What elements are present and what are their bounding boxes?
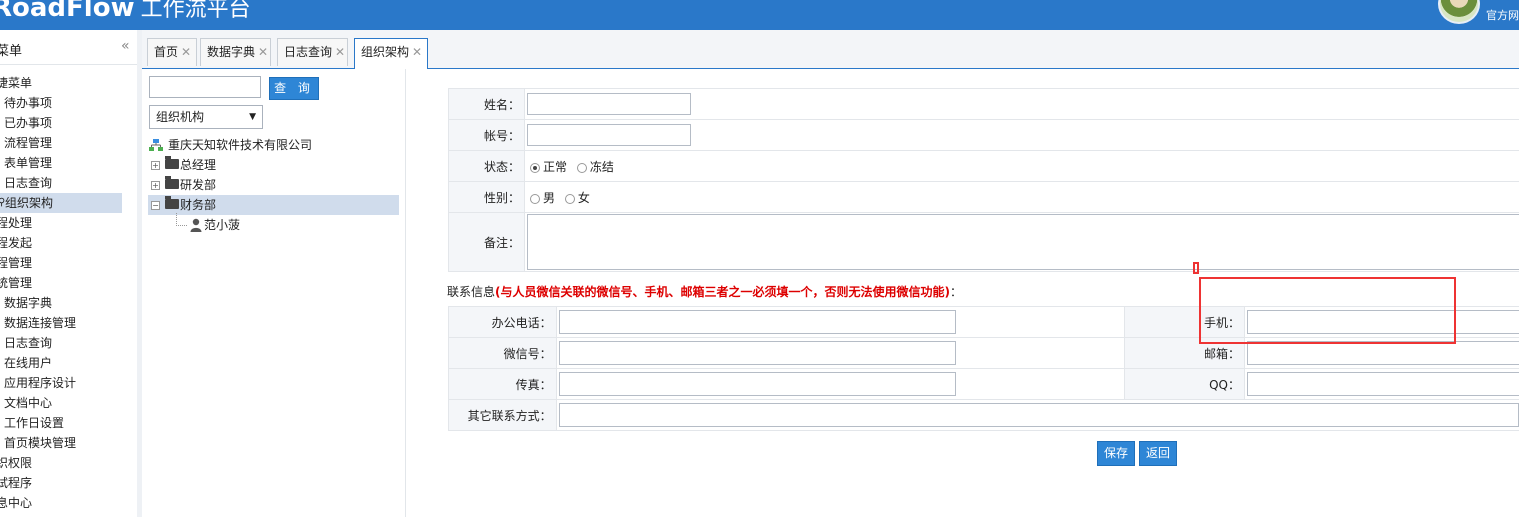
- annotation-mark: [1193, 262, 1199, 274]
- org-structure-icon: [149, 139, 163, 151]
- remark-label: 备注：: [448, 212, 525, 272]
- email-input[interactable]: [1247, 341, 1519, 365]
- tab-dict[interactable]: 数据字典 ✕: [200, 38, 271, 66]
- menu-item-flow-manage[interactable]: 流程管理: [0, 133, 137, 153]
- menu-item-process-manage[interactable]: 程管理: [0, 253, 137, 273]
- gender-male-radio[interactable]: [530, 193, 540, 204]
- official-site-link[interactable]: 官方网: [1486, 7, 1519, 23]
- office-phone-input[interactable]: [558, 310, 956, 334]
- qq-label: QQ：: [1123, 368, 1246, 400]
- office-phone-label: 办公电话：: [448, 306, 557, 338]
- menu-item-workday[interactable]: 工作日设置: [0, 413, 137, 433]
- org-tree-panel: 查 询 组织机构 ▼ 重庆天知软件技术有限公司 + 总经理 + 研发部 − 财务部: [142, 69, 406, 517]
- user-avatar[interactable]: [1438, 0, 1480, 24]
- account-label: 帐号：: [448, 119, 525, 151]
- contact-warning: (与人员微信关联的微信号、手机、邮箱三者之一必须填一个，否则无法使用微信功能): [495, 285, 950, 299]
- folder-open-icon: [165, 196, 179, 209]
- remark-textarea[interactable]: [527, 214, 1519, 270]
- status-normal-label: 正常: [543, 159, 568, 174]
- status-label: 状态：: [448, 150, 525, 182]
- tree-node-selected[interactable]: − 财务部: [148, 195, 399, 215]
- annotation-highlight-box: [1199, 277, 1456, 344]
- sidebar-header: 菜单 «: [0, 30, 137, 65]
- close-icon[interactable]: ✕: [412, 45, 422, 59]
- left-sidebar: 菜单 « 捷菜单 待办事项 已办事项 流程管理 表单管理 日志查询 ⚲ 组织架构 …: [0, 30, 138, 517]
- tab-bar: 首页 ✕ 数据字典 ✕ 日志查询 ✕ 组织架构 ✕: [142, 30, 1519, 69]
- dropdown-arrow-icon: ▼: [249, 112, 256, 122]
- tree-node[interactable]: + 总经理: [148, 155, 399, 175]
- menu-item-dict[interactable]: 数据字典: [0, 293, 137, 313]
- close-icon[interactable]: ✕: [181, 45, 191, 59]
- account-input[interactable]: [527, 124, 691, 146]
- org-type-select[interactable]: 组织机构 ▼: [149, 105, 263, 129]
- expand-icon[interactable]: +: [151, 161, 160, 170]
- tree-node-label: 研发部: [180, 178, 217, 192]
- menu-item-online[interactable]: 在线用户: [0, 353, 137, 373]
- tree-leaf-label: 范小菠: [204, 218, 241, 232]
- menu-item-app-design[interactable]: 应用程序设计: [0, 373, 137, 393]
- menu-item-org[interactable]: ⚲ 组织架构: [0, 193, 122, 213]
- app-logo: RoadFlow 工作流平台: [0, 0, 251, 23]
- folder-icon: [165, 156, 179, 169]
- menu-item-home-module[interactable]: 首页模块管理: [0, 433, 137, 453]
- menu-item-done[interactable]: 已办事项: [0, 113, 137, 133]
- tree-node[interactable]: + 研发部: [148, 175, 399, 195]
- contact-title: 联系信息(与人员微信关联的微信号、手机、邮箱三者之一必须填一个，否则无法使用微信…: [447, 285, 963, 299]
- gender-female-label: 女: [577, 190, 590, 205]
- tree-connector: [176, 213, 187, 226]
- status-frozen-radio[interactable]: [576, 162, 587, 173]
- sidebar-menu: 捷菜单 待办事项 已办事项 流程管理 表单管理 日志查询 ⚲ 组织架构 程处理 程…: [0, 73, 137, 513]
- status-normal-radio[interactable]: [530, 162, 540, 173]
- org-tree: 重庆天知软件技术有限公司 + 总经理 + 研发部 − 财务部 范小菠: [148, 135, 399, 235]
- back-button[interactable]: 返回: [1139, 441, 1177, 466]
- menu-item-form-manage[interactable]: 表单管理: [0, 153, 137, 173]
- top-header: RoadFlow 工作流平台 官方网: [0, 0, 1519, 30]
- gender-label: 性别：: [448, 181, 525, 213]
- menu-item-test[interactable]: 试程序: [0, 473, 137, 493]
- person-icon: [190, 218, 202, 232]
- menu-item-process[interactable]: 程处理: [0, 213, 137, 233]
- basic-info-table: 姓名： 帐号： 状态： 正常 冻结 性别： 男 女 备注：: [448, 88, 1519, 272]
- status-frozen-label: 冻结: [589, 159, 614, 174]
- tab-log[interactable]: 日志查询 ✕: [277, 38, 348, 66]
- menu-item-message[interactable]: 息中心: [0, 493, 137, 513]
- search-input[interactable]: [149, 76, 261, 98]
- save-button[interactable]: 保存: [1097, 441, 1135, 466]
- tree-node-label: 财务部: [180, 198, 217, 212]
- wechat-input[interactable]: [558, 341, 956, 365]
- expand-icon[interactable]: +: [151, 181, 160, 190]
- qq-input[interactable]: [1247, 372, 1519, 396]
- menu-item-docs[interactable]: 文档中心: [0, 393, 137, 413]
- name-label: 姓名：: [448, 88, 525, 120]
- fax-input[interactable]: [558, 372, 956, 396]
- close-icon[interactable]: ✕: [335, 45, 345, 59]
- menu-item-system[interactable]: 统管理: [0, 273, 137, 293]
- query-button[interactable]: 查 询: [269, 77, 319, 100]
- menu-item-log-query-2[interactable]: 日志查询: [0, 333, 137, 353]
- fax-label: 传真：: [448, 368, 557, 400]
- menu-item-quick[interactable]: 捷菜单: [0, 73, 137, 93]
- wechat-label: 微信号：: [448, 337, 557, 369]
- tree-root[interactable]: 重庆天知软件技术有限公司: [148, 135, 399, 155]
- tree-node-label: 总经理: [180, 158, 217, 172]
- other-contact-input[interactable]: [558, 403, 1519, 427]
- folder-icon: [165, 176, 179, 189]
- sidebar-title: 菜单: [0, 44, 23, 59]
- menu-item-log-query[interactable]: 日志查询: [0, 173, 137, 193]
- double-chevron-left-icon[interactable]: «: [121, 38, 130, 54]
- gender-male-label: 男: [543, 190, 556, 205]
- tree-leaf[interactable]: 范小菠: [148, 213, 399, 235]
- gender-female-radio[interactable]: [564, 193, 575, 204]
- menu-item-permission[interactable]: 织权限: [0, 453, 137, 473]
- name-input[interactable]: [527, 93, 691, 115]
- other-contact-label: 其它联系方式：: [448, 399, 557, 431]
- tree-root-label: 重庆天知软件技术有限公司: [168, 138, 313, 152]
- menu-item-todo[interactable]: 待办事项: [0, 93, 137, 113]
- tab-home[interactable]: 首页 ✕: [147, 38, 197, 66]
- tab-org[interactable]: 组织架构 ✕: [354, 38, 428, 69]
- collapse-icon[interactable]: −: [151, 201, 160, 210]
- close-icon[interactable]: ✕: [258, 45, 268, 59]
- menu-item-dbconn[interactable]: 数据连接管理: [0, 313, 137, 333]
- menu-item-start[interactable]: 程发起: [0, 233, 137, 253]
